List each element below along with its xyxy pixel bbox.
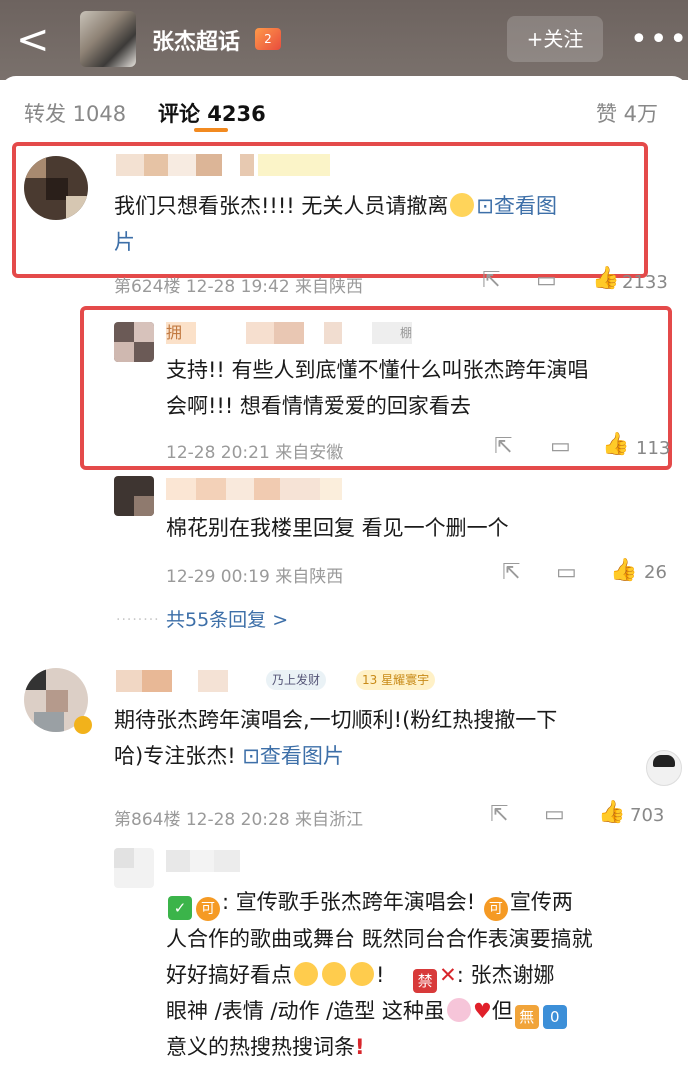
tab-comment[interactable]: 评论 4236 <box>158 98 266 128</box>
like-icon[interactable]: 👍 <box>592 266 619 291</box>
reply-icon[interactable]: ▭ <box>536 268 557 293</box>
forbidden-icon: 禁 <box>413 969 438 993</box>
heart-eyes-emoji-icon <box>294 962 318 986</box>
share-icon[interactable]: ⇱ <box>482 268 500 293</box>
avatar[interactable] <box>114 848 154 888</box>
like-icon[interactable]: 👍 <box>610 558 637 583</box>
cross-icon: ✕ <box>439 963 457 987</box>
share-icon[interactable]: ⇱ <box>490 802 508 827</box>
candy-icon <box>446 998 471 1022</box>
reply-text: 棉花别在我楼里回复 看见一个删一个 <box>166 516 509 540</box>
more-replies-link[interactable]: 共55条回复 > <box>166 605 288 632</box>
follow-button[interactable]: +关注 <box>507 16 603 62</box>
zero-icon: 0 <box>542 1005 567 1029</box>
reply-icon[interactable]: ▭ <box>550 434 571 459</box>
check-icon: ✓ <box>168 896 192 920</box>
ke-icon: 可 <box>483 897 508 921</box>
sticker-avatar <box>646 750 682 786</box>
topic-title: 张杰超话 <box>152 30 241 55</box>
verified-icon <box>74 716 92 734</box>
reply-icon[interactable]: ▭ <box>556 560 577 585</box>
heart-eyes-emoji-icon <box>322 962 346 986</box>
tab-indicator <box>194 128 228 132</box>
tongue-emoji-icon <box>350 962 374 986</box>
reply-meta: 12-29 00:19 来自陕西 <box>166 567 344 587</box>
topic-avatar[interactable] <box>80 11 136 67</box>
level-badge: 2 <box>255 28 281 50</box>
back-arrow-icon[interactable]: < <box>16 18 56 62</box>
reply-meta: 12-28 20:21 来自安徽 <box>166 443 344 463</box>
share-icon[interactable]: ⇱ <box>502 560 520 585</box>
exclamation-icon: ! <box>355 1035 365 1059</box>
comment-meta: 第864楼 12-28 20:28 来自浙江 <box>114 810 364 830</box>
share-icon[interactable]: ⇱ <box>494 434 512 459</box>
tab-like[interactable]: 赞 4万 <box>596 98 658 128</box>
user-tag: 乃上发财 <box>266 670 327 690</box>
more-icon[interactable]: ••• <box>630 22 688 57</box>
wu-icon: 無 <box>514 1005 539 1029</box>
comment-text: 期待张杰跨年演唱会,一切顺利!(粉红热搜撤一下 哈)专注张杰! ⊡查看图片 <box>114 708 558 768</box>
like-count: 26 <box>644 562 667 583</box>
divider-dots: ........ <box>116 608 160 624</box>
highlight-box <box>12 142 648 278</box>
like-count: 113 <box>636 438 671 459</box>
like-icon[interactable]: 👍 <box>602 432 629 457</box>
like-count: 703 <box>630 805 665 826</box>
heart-icon: ♥ <box>472 999 492 1023</box>
level-tag: 13 星耀寰宇 <box>356 670 436 690</box>
blurred-username <box>166 478 342 500</box>
blurred-username <box>116 670 258 692</box>
reply-text: ✓ 可: 宣传歌手张杰跨年演唱会! 可宣传两 人合作的歌曲或舞台 既然同台合作表演… <box>166 890 593 1059</box>
view-image-link[interactable]: ⊡查看图片 <box>242 744 344 768</box>
avatar[interactable] <box>114 476 154 516</box>
like-icon[interactable]: 👍 <box>598 800 625 825</box>
blurred-username <box>166 850 240 872</box>
reply-icon[interactable]: ▭ <box>544 802 565 827</box>
top-bar: < 张杰超话 2 +关注 ••• <box>0 0 688 80</box>
ke-icon: 可 <box>196 897 220 921</box>
like-count: 2133 <box>622 272 668 293</box>
tab-bar: 转发 1048 评论 4236 赞 4万 <box>0 76 688 136</box>
comment-meta: 第624楼 12-28 19:42 来自陕西 <box>114 277 364 297</box>
tab-repost[interactable]: 转发 1048 <box>24 98 126 128</box>
